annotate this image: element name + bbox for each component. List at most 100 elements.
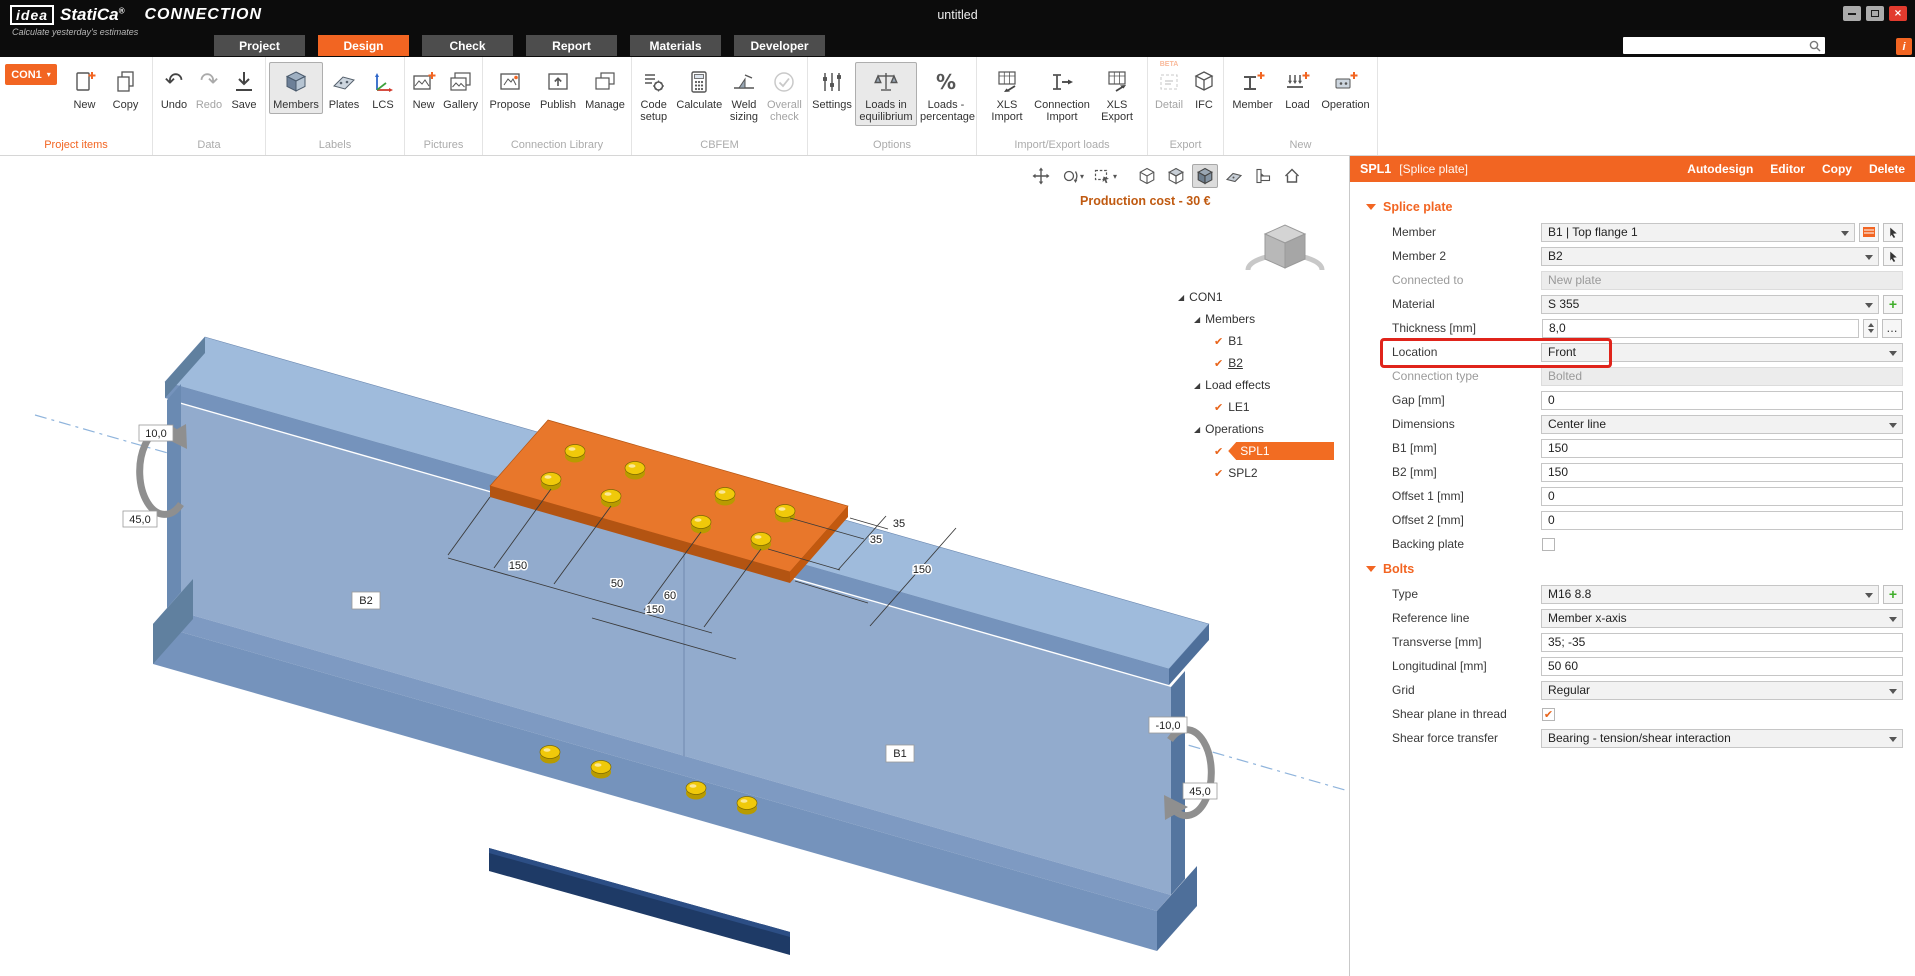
- export-ifc-button[interactable]: IFC: [1188, 62, 1220, 114]
- home-view-button[interactable]: [1279, 164, 1305, 188]
- dimensions-select[interactable]: Center line: [1541, 415, 1903, 434]
- 3d-viewport[interactable]: 150 50 60 150 35 35 150 10,0 45,0 -10,0 …: [0, 156, 1348, 976]
- spin-down-icon[interactable]: [1868, 329, 1874, 333]
- checked-icon[interactable]: ✔: [1214, 446, 1223, 457]
- search-box[interactable]: [1623, 37, 1825, 54]
- library-propose-button[interactable]: Propose: [486, 62, 534, 114]
- thickness-input[interactable]: 8,0: [1542, 319, 1859, 338]
- offset1-input[interactable]: 0: [1541, 487, 1903, 506]
- loads-in-equilibrium-button[interactable]: Loads in equilibrium: [855, 62, 917, 126]
- connection-selector[interactable]: CON1▾: [5, 64, 57, 85]
- transparent-view-button[interactable]: [1163, 164, 1189, 188]
- pick-in-scene-button[interactable]: [1883, 247, 1903, 266]
- add-bolt-assembly-button[interactable]: +: [1883, 585, 1903, 604]
- connection-import-button[interactable]: Connection Import: [1030, 62, 1094, 126]
- bolt-type-select[interactable]: M16 8.8: [1541, 585, 1879, 604]
- tree-item-spl1-selected[interactable]: ✔ SPL1: [1178, 440, 1334, 462]
- xls-export-button[interactable]: XLS Export: [1095, 62, 1139, 126]
- plates-view-button[interactable]: [1221, 164, 1247, 188]
- tab-materials[interactable]: Materials: [630, 35, 721, 56]
- member-select[interactable]: B1 | Top flange 1: [1541, 223, 1855, 242]
- tree-item-con1[interactable]: ◢ CON1: [1178, 286, 1334, 308]
- section-splice-plate[interactable]: Splice plate: [1350, 194, 1915, 220]
- copy-project-item-button[interactable]: Copy: [106, 62, 146, 114]
- selected-operation[interactable]: SPL1: [1228, 442, 1334, 460]
- pick-in-scene-button[interactable]: [1883, 223, 1903, 242]
- expander-icon[interactable]: ◢: [1178, 293, 1184, 302]
- search-input[interactable]: [1623, 39, 1808, 52]
- member2-select[interactable]: B2: [1541, 247, 1879, 266]
- xls-import-button[interactable]: XLS Import: [985, 62, 1029, 126]
- new-load-button[interactable]: Load: [1278, 62, 1318, 114]
- library-manage-button[interactable]: Manage: [582, 62, 628, 114]
- view-cube[interactable]: [1238, 212, 1332, 288]
- library-publish-button[interactable]: Publish: [535, 62, 581, 114]
- shear-force-transfer-select[interactable]: Bearing - tension/shear interaction: [1541, 729, 1903, 748]
- autodesign-button[interactable]: Autodesign: [1687, 162, 1753, 176]
- labels-plates-button[interactable]: Plates: [324, 62, 364, 114]
- expander-icon[interactable]: ◢: [1194, 425, 1200, 434]
- weld-sizing-button[interactable]: Weld sizing: [725, 62, 763, 126]
- gap-input[interactable]: 0: [1541, 391, 1903, 410]
- save-button[interactable]: Save: [227, 62, 261, 114]
- expander-icon[interactable]: ◢: [1194, 381, 1200, 390]
- tree-item-members[interactable]: ◢ Members: [1178, 308, 1334, 330]
- thickness-spinner[interactable]: [1863, 319, 1878, 338]
- calculate-button[interactable]: Calculate: [674, 62, 724, 114]
- marquee-select-button[interactable]: ▾: [1090, 164, 1120, 188]
- copy-operation-button[interactable]: Copy: [1822, 162, 1852, 176]
- shear-plane-checkbox[interactable]: ✔: [1542, 708, 1555, 721]
- editor-button[interactable]: Editor: [1770, 162, 1805, 176]
- grid-select[interactable]: Regular: [1541, 681, 1903, 700]
- b1-input[interactable]: 150: [1541, 439, 1903, 458]
- close-button[interactable]: ×: [1889, 6, 1907, 21]
- plate-highlight-button[interactable]: [1859, 223, 1879, 242]
- labels-lcs-button[interactable]: LCS: [365, 62, 401, 114]
- checked-icon[interactable]: ✔: [1214, 402, 1223, 413]
- tree-item-operations[interactable]: ◢ Operations: [1178, 418, 1334, 440]
- undo-button[interactable]: ↶ Undo: [157, 62, 191, 114]
- settings-button[interactable]: Settings: [810, 62, 854, 114]
- b2-input[interactable]: 150: [1541, 463, 1903, 482]
- longitudinal-input[interactable]: 50 60: [1541, 657, 1903, 676]
- checked-icon[interactable]: ✔: [1214, 358, 1223, 369]
- new-member-button[interactable]: Member: [1229, 62, 1277, 114]
- tab-check[interactable]: Check: [422, 35, 513, 56]
- picture-new-button[interactable]: New: [407, 62, 440, 114]
- welds-view-button[interactable]: [1250, 164, 1276, 188]
- delete-operation-button[interactable]: Delete: [1869, 162, 1905, 176]
- labels-members-button[interactable]: Members: [269, 62, 323, 114]
- tree-item-b2[interactable]: ✔ B2: [1178, 352, 1334, 374]
- orbit-button[interactable]: ▾: [1057, 164, 1087, 188]
- maximize-button[interactable]: [1866, 6, 1884, 21]
- tree-item-load-effects[interactable]: ◢ Load effects: [1178, 374, 1334, 396]
- minimize-button[interactable]: [1843, 6, 1861, 21]
- tree-item-le1[interactable]: ✔ LE1: [1178, 396, 1334, 418]
- solid-view-button[interactable]: [1192, 164, 1218, 188]
- fit-view-button[interactable]: [1028, 164, 1054, 188]
- tree-item-spl2[interactable]: ✔ SPL2: [1178, 462, 1334, 484]
- material-select[interactable]: S 355: [1541, 295, 1879, 314]
- loads-percentage-button[interactable]: % Loads - percentage: [918, 62, 974, 126]
- tree-item-b1[interactable]: ✔ B1: [1178, 330, 1334, 352]
- new-operation-button[interactable]: Operation: [1319, 62, 1373, 114]
- spin-up-icon[interactable]: [1868, 323, 1874, 327]
- reference-line-select[interactable]: Member x-axis: [1541, 609, 1903, 628]
- location-select[interactable]: Front: [1541, 343, 1903, 362]
- backing-plate-checkbox[interactable]: [1542, 538, 1555, 551]
- wireframe-view-button[interactable]: [1134, 164, 1160, 188]
- tab-project[interactable]: Project: [214, 35, 305, 56]
- picture-gallery-button[interactable]: Gallery: [441, 62, 480, 114]
- offset2-input[interactable]: 0: [1541, 511, 1903, 530]
- add-material-button[interactable]: +: [1883, 295, 1903, 314]
- code-setup-button[interactable]: Code setup: [634, 62, 673, 126]
- checked-icon[interactable]: ✔: [1214, 336, 1223, 347]
- checked-icon[interactable]: ✔: [1214, 468, 1223, 479]
- tab-report[interactable]: Report: [526, 35, 617, 56]
- info-button[interactable]: i: [1896, 38, 1912, 55]
- thickness-more-button[interactable]: …: [1882, 319, 1902, 338]
- expander-icon[interactable]: ◢: [1194, 315, 1200, 324]
- tab-developer[interactable]: Developer: [734, 35, 825, 56]
- new-project-item-button[interactable]: New: [65, 62, 105, 114]
- section-bolts[interactable]: Bolts: [1350, 556, 1915, 582]
